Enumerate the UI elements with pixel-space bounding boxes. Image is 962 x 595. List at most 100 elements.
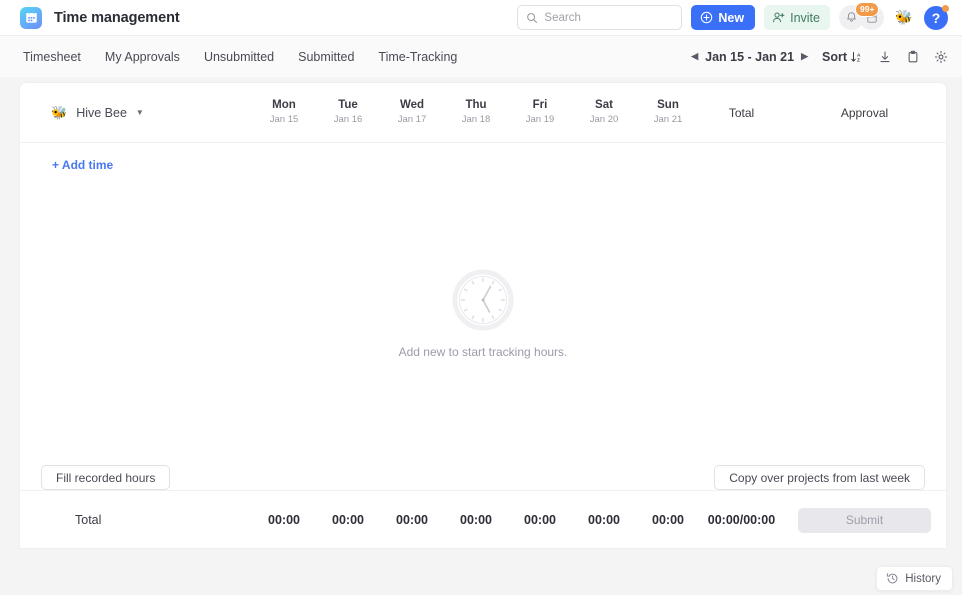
submit-button[interactable]: Submit [798, 507, 931, 533]
sort-az-icon: A Z [851, 51, 861, 63]
day-date: Jan 20 [589, 114, 619, 126]
tab-my-approvals[interactable]: My Approvals [104, 47, 181, 67]
total-mon: 00:00 [252, 511, 316, 529]
clock-icon [452, 269, 514, 331]
card-action-buttons: Fill recorded hours Copy over projects f… [20, 465, 946, 490]
add-time-button[interactable]: + Add time [52, 158, 113, 172]
fill-recorded-hours-button[interactable]: Fill recorded hours [41, 465, 171, 490]
timesheet-header-row: 🐝 Hive Bee ▼ Mon Jan 15 Tue Jan 16 Wed J… [20, 83, 946, 143]
sort-label: Sort [822, 49, 847, 64]
day-name: Wed [399, 98, 425, 111]
week-range-label: Jan 15 - Jan 21 [705, 49, 795, 64]
help-button-label: ? [931, 9, 941, 26]
assignee-name: Hive Bee [76, 105, 127, 120]
chevron-down-icon: ▼ [135, 108, 144, 117]
add-time-row: + Add time [20, 143, 946, 187]
day-name: Thu [465, 98, 487, 111]
day-column-sun: Sun Jan 21 [636, 98, 700, 128]
new-button-label: New [718, 10, 745, 25]
day-name: Mon [272, 98, 296, 111]
empty-state-message: Add new to start tracking hours. [398, 345, 568, 359]
totals-label: Total [75, 513, 102, 527]
total-thu: 00:00 [444, 511, 508, 529]
calendar-app-icon [20, 6, 42, 29]
day-name: Sun [657, 98, 679, 111]
svg-text:Z: Z [857, 57, 860, 63]
assignee-column: 🐝 Hive Bee ▼ [20, 105, 252, 121]
gear-icon [934, 50, 948, 63]
invite-button[interactable]: Invite [764, 5, 830, 30]
help-button[interactable]: ? [924, 4, 949, 30]
download-button[interactable] [878, 50, 892, 64]
header-actions: Search New Invite 99+ 🐝 ? [517, 2, 949, 30]
grand-total-value: 00:00/00:00 [707, 513, 776, 527]
grand-total-cell: 00:00/00:00 [700, 511, 783, 529]
secondary-nav-bar: Timesheet My Approvals Unsubmitted Submi… [0, 36, 962, 77]
tab-timesheet[interactable]: Timesheet [22, 47, 82, 67]
clipboard-button[interactable] [906, 50, 920, 64]
week-navigator: ◀ Jan 15 - Jan 21 ▶ [691, 50, 808, 64]
chevron-left-icon[interactable]: ◀ [691, 51, 698, 62]
timesheet-card: 🐝 Hive Bee ▼ Mon Jan 15 Tue Jan 16 Wed J… [20, 83, 946, 548]
plus-circle-icon [701, 11, 713, 24]
app-title: Time management [54, 9, 180, 26]
day-date: Jan 15 [269, 114, 299, 126]
day-column-tue: Tue Jan 16 [316, 98, 380, 128]
svg-text:A: A [857, 52, 861, 58]
day-name: Fri [532, 98, 548, 111]
tab-submitted[interactable]: Submitted [297, 47, 355, 67]
total-value: 00:00 [588, 513, 620, 527]
total-value: 00:00 [460, 513, 492, 527]
day-date: Jan 18 [461, 114, 491, 126]
notification-badge: 99+ [855, 2, 880, 17]
search-input[interactable]: Search [517, 5, 683, 30]
day-column-sat: Sat Jan 20 [572, 98, 636, 128]
day-date: Jan 19 [525, 114, 555, 126]
history-label: History [905, 572, 941, 585]
top-header-bar: Time management Search New Invite 99+ 🐝 … [0, 0, 962, 36]
day-date: Jan 16 [333, 114, 363, 126]
help-notification-dot [942, 4, 949, 12]
day-column-thu: Thu Jan 18 [444, 98, 508, 128]
tab-unsubmitted[interactable]: Unsubmitted [203, 47, 275, 67]
nav-tabs: Timesheet My Approvals Unsubmitted Submi… [22, 47, 458, 67]
search-placeholder: Search [544, 11, 581, 24]
approval-column-header: Approval [783, 104, 946, 122]
invite-button-label: Invite [790, 10, 820, 25]
download-icon [880, 50, 890, 62]
total-wed: 00:00 [380, 511, 444, 529]
sort-button[interactable]: Sort A Z [822, 50, 864, 64]
day-column-wed: Wed Jan 17 [380, 98, 444, 128]
search-icon [527, 12, 538, 23]
day-column-mon: Mon Jan 15 [252, 98, 316, 128]
total-value: 00:00 [268, 513, 300, 527]
totals-label-cell: Total [20, 511, 252, 529]
day-name: Tue [338, 98, 358, 111]
total-fri: 00:00 [508, 511, 572, 529]
tab-time-tracking[interactable]: Time-Tracking [377, 47, 458, 67]
clipboard-icon [908, 50, 918, 62]
total-sat: 00:00 [572, 511, 636, 529]
totals-footer: Total 00:00 00:00 00:00 00:00 00:00 00:0… [20, 490, 946, 548]
assignee-selector[interactable]: 🐝 Hive Bee ▼ [33, 105, 144, 121]
total-value: 00:00 [332, 513, 364, 527]
day-date: Jan 21 [653, 114, 683, 126]
total-value: 00:00 [524, 513, 556, 527]
avatar[interactable]: 🐝 [893, 7, 915, 29]
day-name: Sat [595, 98, 613, 111]
total-header-label: Total [728, 105, 755, 120]
new-button[interactable]: New [691, 5, 756, 30]
settings-button[interactable] [934, 50, 948, 64]
copy-projects-button[interactable]: Copy over projects from last week [714, 465, 925, 490]
total-value: 00:00 [652, 513, 684, 527]
total-tue: 00:00 [316, 511, 380, 529]
day-date: Jan 17 [397, 114, 427, 126]
day-column-fri: Fri Jan 19 [508, 98, 572, 128]
chevron-right-icon[interactable]: ▶ [801, 51, 808, 62]
nav-right-controls: ◀ Jan 15 - Jan 21 ▶ Sort A Z [691, 50, 948, 64]
empty-state: Add new to start tracking hours. [20, 269, 946, 359]
person-add-icon [773, 12, 785, 23]
history-button[interactable]: History [876, 566, 953, 591]
notification-cluster: 99+ [839, 2, 884, 30]
submit-cell: Submit [783, 507, 946, 533]
